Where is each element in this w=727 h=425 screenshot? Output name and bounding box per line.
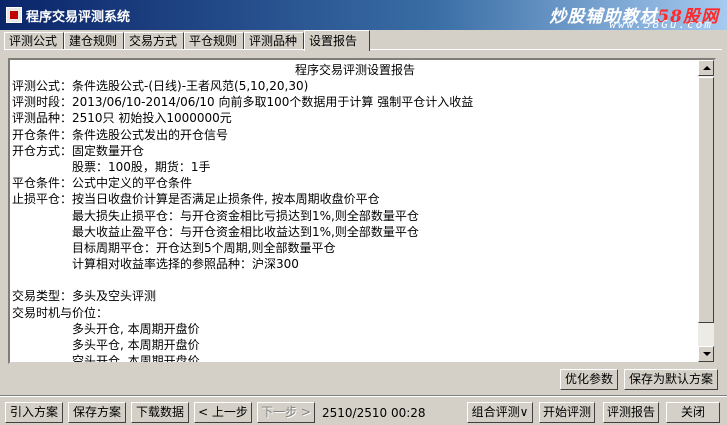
next-step-button[interactable]: 下一步 > (257, 402, 315, 423)
tab-trade-mode[interactable]: 交易方式 (124, 32, 184, 49)
elapsed-time: 00:28 (390, 406, 426, 420)
vertical-scrollbar[interactable] (698, 60, 714, 362)
report-line: 空头开仓, 本周期开盘价 (72, 354, 200, 362)
report-text: 程序交易评测设置报告 评测公式：条件选股公式-(日线)-王者风范(5,10,20… (12, 62, 698, 362)
start-test-button[interactable]: 开始评测 (539, 402, 595, 423)
report-line: 目标周期平仓：开仓达到5个周期,则全部数量平仓 (72, 240, 336, 255)
report-line (12, 272, 698, 288)
bottom-separator (0, 395, 727, 397)
close-button[interactable]: 关闭 (666, 402, 720, 423)
save-scheme-button[interactable]: 保存方案 (68, 402, 126, 423)
scroll-thumb[interactable] (698, 77, 714, 323)
window-title: 程序交易评测系统 (26, 10, 131, 25)
title-bar: 程序交易评测系统 炒股辅助教材58股网 www.58Gu.com (0, 0, 727, 31)
watermark-logo: 炒股辅助教材58股网 www.58Gu.com (505, 2, 725, 31)
report-line: 平仓条件：公式中定义的平仓条件 (12, 176, 193, 191)
app-icon (6, 7, 22, 23)
prev-step-button[interactable]: < 上一步 (194, 402, 252, 423)
report-line: 交易类型：多头及空头评测 (12, 289, 157, 304)
arrow-up-icon (703, 66, 711, 70)
report-line: 最大损失止损平仓：与开仓资金相比亏损达到1%,则全部数量平仓 (72, 208, 419, 223)
report-line: 交易时机与价位： (12, 305, 109, 320)
tab-formula[interactable]: 评测公式 (4, 32, 64, 49)
arrow-down-icon (703, 352, 711, 356)
watermark-url: www.58Gu.com (609, 18, 713, 31)
scroll-down-button[interactable] (698, 346, 714, 362)
tab-settings-report[interactable]: 设置报告 (304, 30, 370, 51)
report-line: 开仓条件：条件选股公式发出的开仓信号 (12, 127, 229, 142)
optimize-params-button[interactable]: 优化参数 (560, 369, 618, 390)
progress-count: 2510/2510 (322, 406, 388, 420)
download-data-button[interactable]: 下载数据 (131, 402, 189, 423)
report-textbox[interactable]: 程序交易评测设置报告 评测公式：条件选股公式-(日线)-王者风范(5,10,20… (8, 58, 716, 364)
combo-test-button[interactable]: 组合评测∨ (467, 402, 533, 423)
tab-instruments[interactable]: 评测品种 (244, 32, 304, 49)
report-line: 开仓方式：固定数量开仓 (12, 143, 145, 158)
import-scheme-button[interactable]: 引入方案 (5, 402, 63, 423)
report-title: 程序交易评测设置报告 (294, 63, 415, 77)
report-line: 评测品种：2510只 初始投入1000000元 (12, 111, 232, 126)
tab-close-rules[interactable]: 平仓规则 (184, 32, 244, 49)
report-line: 多头开仓, 本周期开盘价 (72, 321, 200, 336)
report-line: 计算相对收益率选择的参照品种：沪深300 (72, 257, 299, 272)
report-line: 多头平仓, 本周期开盘价 (72, 338, 200, 352)
progress-status: 2510/2510 00:28 (322, 404, 426, 422)
scroll-up-button[interactable] (698, 60, 714, 76)
tab-open-rules[interactable]: 建仓规则 (64, 32, 124, 49)
report-line: 评测时段：2013/06/10-2014/06/10 向前多取100个数据用于计… (12, 95, 474, 110)
report-line: 股票：100股，期货：1手 (72, 159, 211, 174)
report-line: 最大收益止盈平仓：与开仓资金相比收益达到1%,则全部数量平仓 (72, 224, 419, 239)
save-default-button[interactable]: 保存为默认方案 (624, 369, 718, 390)
report-line: 评测公式：条件选股公式-(日线)-王者风范(5,10,20,30) (12, 79, 309, 93)
report-line: 止损平仓：按当日收盘价计算是否满足止损条件, 按本周期收盘价平仓 (12, 192, 380, 207)
test-report-button[interactable]: 评测报告 (603, 402, 659, 423)
